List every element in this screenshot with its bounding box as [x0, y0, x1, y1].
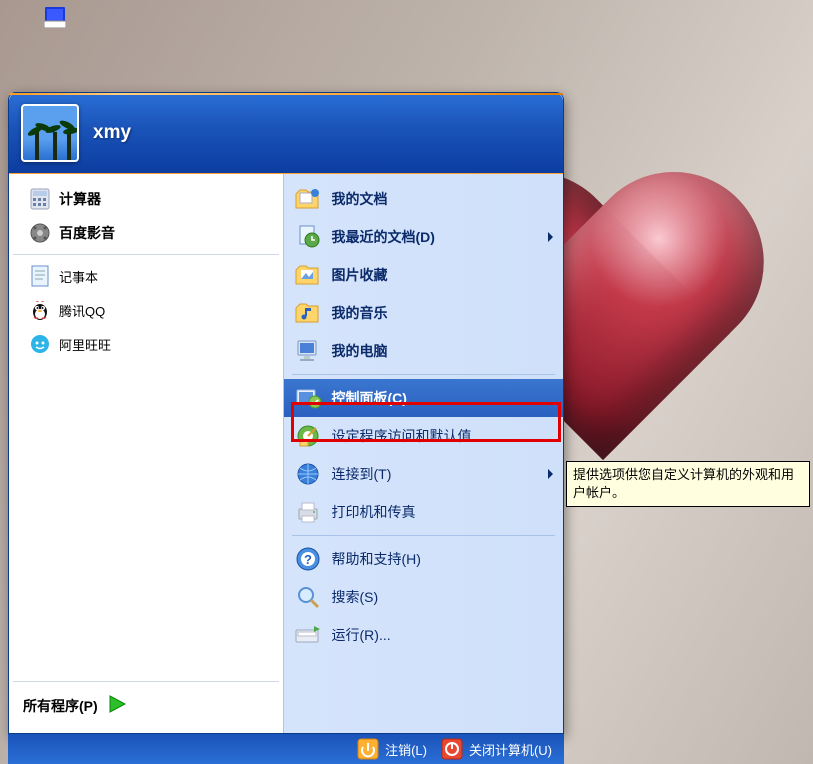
- menu-label: 运行(R)...: [332, 625, 391, 645]
- folder-docs-icon: [294, 185, 322, 213]
- recent-item-notepad[interactable]: 记事本: [13, 259, 279, 293]
- menu-label: 连接到(T): [332, 464, 392, 484]
- pinned-item-label: 计算器: [59, 189, 101, 209]
- my-pictures[interactable]: 图片收藏: [284, 256, 563, 294]
- search-icon: [294, 583, 322, 611]
- program-access-icon: [294, 422, 322, 450]
- run[interactable]: 运行(R)...: [284, 616, 563, 654]
- start-menu: xmy 计算器 百度影音 记事本 腾讯Q: [8, 92, 564, 734]
- recent-item-label: 阿里旺旺: [59, 335, 111, 354]
- recent-list: 记事本 腾讯QQ 阿里旺旺: [13, 259, 279, 361]
- search[interactable]: 搜索(S): [284, 578, 563, 616]
- network-icon: [294, 460, 322, 488]
- tooltip-text: 提供选项供您自定义计算机的外观和用户帐户。: [573, 467, 794, 500]
- start-menu-right-panel: 我的文档 我最近的文档(D) 图片收藏 我的音乐 我的电脑: [283, 174, 563, 733]
- menu-label: 帮助和支持(H): [332, 549, 421, 569]
- start-menu-header: xmy: [9, 93, 563, 173]
- program-access-defaults[interactable]: 设定程序访问和默认值: [284, 417, 563, 455]
- menu-label: 我的音乐: [332, 303, 388, 323]
- menu-label: 我的文档: [332, 189, 388, 209]
- menu-label: 我最近的文档(D): [332, 227, 435, 247]
- my-music[interactable]: 我的音乐: [284, 294, 563, 332]
- shutdown-label: 关闭计算机(U): [469, 740, 552, 759]
- help-support[interactable]: ? 帮助和支持(H): [284, 540, 563, 578]
- desktop-shortcut-icon[interactable]: [44, 6, 66, 28]
- control-panel[interactable]: 控制面板(C): [284, 379, 563, 417]
- menu-label: 搜索(S): [332, 587, 379, 607]
- menu-separator: [292, 374, 555, 375]
- tooltip: 提供选项供您自定义计算机的外观和用户帐户。: [566, 461, 810, 507]
- recent-item-wangwang[interactable]: 阿里旺旺: [13, 327, 279, 361]
- pinned-list: 计算器 百度影音: [13, 182, 279, 255]
- pinned-item-baidu-media[interactable]: 百度影音: [13, 216, 279, 250]
- shutdown-button[interactable]: 关闭计算机(U): [441, 738, 552, 760]
- user-avatar[interactable]: [21, 104, 79, 162]
- recent-docs-icon: [294, 223, 322, 251]
- all-programs-label: 所有程序(P): [23, 696, 98, 716]
- logoff-label: 注销(L): [385, 740, 427, 759]
- svg-text:?: ?: [304, 552, 312, 567]
- help-icon: ?: [294, 545, 322, 573]
- printer-icon: [294, 498, 322, 526]
- recent-item-label: 记事本: [59, 267, 98, 286]
- menu-label: 控制面板(C): [332, 388, 407, 408]
- start-menu-footer: 注销(L) 关闭计算机(U): [8, 734, 564, 764]
- folder-pictures-icon: [294, 261, 322, 289]
- logoff-button[interactable]: 注销(L): [357, 738, 427, 760]
- calculator-icon: [29, 188, 51, 210]
- recent-item-label: 腾讯QQ: [59, 301, 105, 320]
- menu-label: 设定程序访问和默认值: [332, 426, 472, 446]
- folder-music-icon: [294, 299, 322, 327]
- connect-to[interactable]: 连接到(T): [284, 455, 563, 493]
- logoff-icon: [357, 738, 379, 760]
- notepad-icon: [29, 265, 51, 287]
- menu-label: 图片收藏: [332, 265, 388, 285]
- wangwang-icon: [29, 333, 51, 355]
- user-name: xmy: [93, 122, 131, 144]
- submenu-arrow-icon: [548, 232, 553, 242]
- pinned-item-label: 百度影音: [59, 223, 115, 243]
- submenu-arrow-icon: [548, 469, 553, 479]
- recent-documents[interactable]: 我最近的文档(D): [284, 218, 563, 256]
- menu-separator: [292, 535, 555, 536]
- run-icon: [294, 621, 322, 649]
- play-triangle-icon: [106, 693, 128, 718]
- control-panel-icon: [294, 384, 322, 412]
- all-programs[interactable]: 所有程序(P): [13, 681, 279, 729]
- menu-label: 打印机和传真: [332, 502, 416, 522]
- computer-icon: [294, 337, 322, 365]
- menu-label: 我的电脑: [332, 341, 388, 361]
- my-documents[interactable]: 我的文档: [284, 180, 563, 218]
- qq-icon: [29, 299, 51, 321]
- media-icon: [29, 222, 51, 244]
- shutdown-icon: [441, 738, 463, 760]
- pinned-item-calculator[interactable]: 计算器: [13, 182, 279, 216]
- my-computer[interactable]: 我的电脑: [284, 332, 563, 370]
- printers-faxes[interactable]: 打印机和传真: [284, 493, 563, 531]
- recent-item-qq[interactable]: 腾讯QQ: [13, 293, 279, 327]
- start-menu-body: 计算器 百度影音 记事本 腾讯QQ 阿里旺旺: [9, 173, 563, 733]
- start-menu-left-panel: 计算器 百度影音 记事本 腾讯QQ 阿里旺旺: [9, 174, 283, 733]
